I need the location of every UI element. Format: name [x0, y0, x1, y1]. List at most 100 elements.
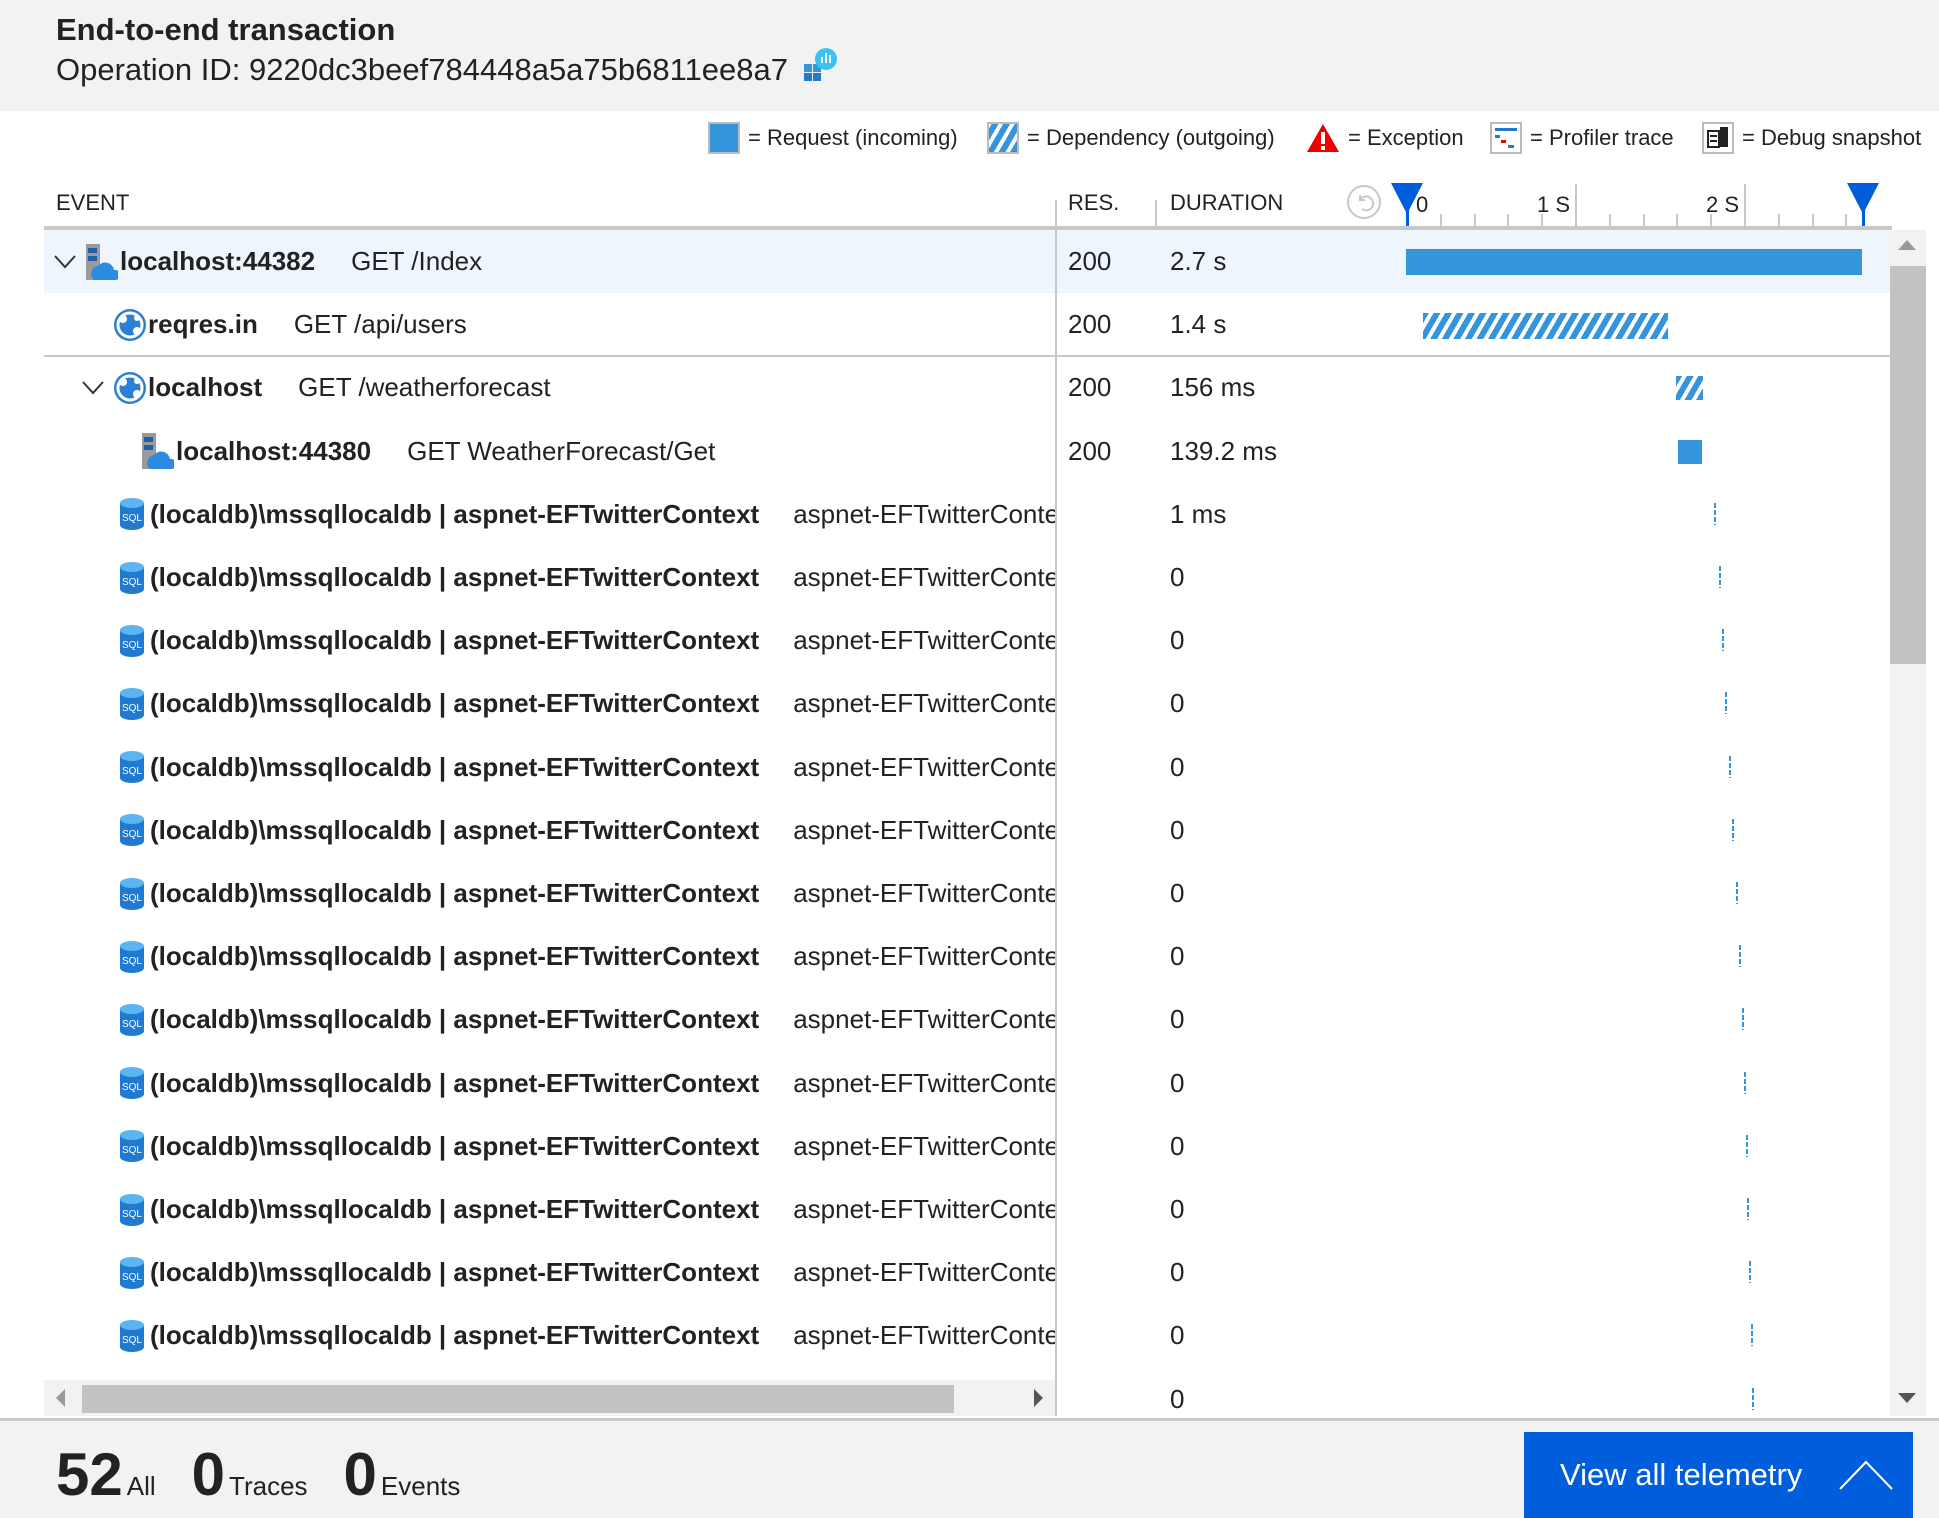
- legend-label: = Profiler trace: [1530, 125, 1674, 150]
- timeline-bar[interactable]: [1732, 818, 1735, 841]
- event-detail: aspnet-EFTwitterContext: [793, 878, 1055, 908]
- event-detail: GET /Index: [351, 246, 483, 276]
- count-value: 0: [343, 1441, 377, 1508]
- event-name[interactable]: (localdb)\mssqllocaldb | aspnet-EFTwitte…: [150, 1320, 759, 1351]
- button-label: View all telemetry: [1560, 1457, 1803, 1492]
- svg-text:SQL: SQL: [122, 1082, 142, 1093]
- event-name[interactable]: (localdb)\mssqllocaldb | aspnet-EFTwitte…: [150, 1257, 759, 1288]
- table-row[interactable]: SQL (localdb)\mssqllocaldb | aspnet-EFTwi…: [44, 736, 1890, 799]
- event-name[interactable]: (localdb)\mssqllocaldb | aspnet-EFTwitte…: [150, 941, 759, 972]
- legend-request: = Request (incoming): [708, 122, 958, 154]
- scroll-down-icon[interactable]: [1898, 1393, 1916, 1403]
- event-cell: SQL (localdb)\mssqllocaldb | aspnet-EFTwi…: [44, 925, 1055, 988]
- event-name[interactable]: (localdb)\mssqllocaldb | aspnet-EFTwitte…: [150, 625, 759, 656]
- timeline-bar[interactable]: [1725, 692, 1728, 715]
- event-name[interactable]: (localdb)\mssqllocaldb | aspnet-EFTwitte…: [150, 1004, 759, 1035]
- duration: 0: [1170, 1004, 1185, 1035]
- table-row[interactable]: SQL (localdb)\mssqllocaldb | aspnet-EFTwi…: [44, 1115, 1890, 1178]
- timeline-bar[interactable]: [1752, 1387, 1755, 1410]
- event-cell: SQL (localdb)\mssqllocaldb | aspnet-EFTwi…: [44, 862, 1055, 925]
- event-detail: GET /weatherforecast: [298, 372, 551, 403]
- axis-tick: [1744, 184, 1746, 228]
- timeline-bar[interactable]: [1728, 755, 1731, 778]
- table-row[interactable]: SQL (localdb)\mssqllocaldb | aspnet-EFTwi…: [44, 483, 1890, 546]
- event-name[interactable]: localhost: [148, 372, 262, 403]
- count-all[interactable]: 52 All 0 Traces 0 Events: [56, 1440, 460, 1509]
- svg-text:SQL: SQL: [122, 829, 142, 840]
- timeline-bar[interactable]: [1722, 629, 1725, 652]
- event-name[interactable]: reqres.in: [148, 309, 258, 340]
- count-label: Traces: [229, 1471, 308, 1501]
- sql-icon: SQL: [118, 1304, 146, 1367]
- table-row[interactable]: SQL (localdb)\mssqllocaldb | aspnet-EFTwi…: [44, 1178, 1890, 1241]
- table-row[interactable]: SQL (localdb)\mssqllocaldb | aspnet-EFTwi…: [44, 925, 1890, 988]
- duration: 0: [1170, 1257, 1185, 1288]
- scroll-left-icon[interactable]: [56, 1389, 65, 1407]
- event-detail: aspnet-EFTwitterContext: [793, 814, 1055, 845]
- vertical-scroll-thumb[interactable]: [1890, 266, 1926, 664]
- table-row[interactable]: SQL (localdb)\mssqllocaldb | aspnet-EFTwi…: [44, 988, 1890, 1051]
- event-name[interactable]: (localdb)\mssqllocaldb | aspnet-EFTwitte…: [150, 878, 759, 909]
- duration: 139.2 ms: [1170, 435, 1277, 466]
- horizontal-scroll-thumb[interactable]: [82, 1385, 954, 1413]
- sql-icon: SQL: [118, 1178, 146, 1241]
- event-name[interactable]: (localdb)\mssqllocaldb | aspnet-EFTwitte…: [150, 1068, 759, 1099]
- timeline-bar[interactable]: [1750, 1324, 1753, 1347]
- event-name[interactable]: localhost:44382: [120, 246, 315, 277]
- timeline-bar[interactable]: [1749, 1261, 1752, 1284]
- table-row[interactable]: localhost:44380 GET WeatherForecast/Get 20…: [44, 420, 1890, 483]
- event-name[interactable]: (localdb)\mssqllocaldb | aspnet-EFTwitte…: [150, 499, 759, 530]
- duration: 0: [1170, 941, 1185, 972]
- table-row[interactable]: SQL (localdb)\mssqllocaldb | aspnet-EFTwi…: [44, 609, 1890, 672]
- event-cell: SQL (localdb)\mssqllocaldb | aspnet-EFTwi…: [44, 672, 1055, 735]
- event-detail: GET WeatherForecast/Get: [407, 435, 716, 466]
- table-row[interactable]: SQL (localdb)\mssqllocaldb | aspnet-EFTwi…: [44, 546, 1890, 609]
- event-name[interactable]: (localdb)\mssqllocaldb | aspnet-EFTwitte…: [150, 752, 759, 783]
- table-row[interactable]: SQL (localdb)\mssqllocaldb | aspnet-EFTwi…: [44, 1052, 1890, 1115]
- timeline-bar[interactable]: [1735, 882, 1738, 904]
- event-cell: SQL (localdb)\mssqllocaldb | aspnet-EFTwi…: [44, 736, 1055, 799]
- table-row[interactable]: SQL (localdb)\mssqllocaldb | aspnet-EFTwi…: [44, 799, 1890, 862]
- timeline-bar[interactable]: [1718, 566, 1721, 588]
- sql-icon: SQL: [118, 609, 146, 672]
- duration: 1.4 s: [1170, 309, 1227, 340]
- view-all-telemetry-button[interactable]: View all telemetry: [1524, 1432, 1913, 1518]
- event-name[interactable]: (localdb)\mssqllocaldb | aspnet-EFTwitte…: [150, 815, 759, 846]
- event-name[interactable]: (localdb)\mssqllocaldb | aspnet-EFTwitte…: [150, 1194, 759, 1225]
- table-row[interactable]: localhost:44382 GET /Index 200 2.7 s: [44, 230, 1890, 293]
- timeline-bar[interactable]: [1713, 502, 1716, 525]
- timeline-bar[interactable]: [1738, 945, 1741, 968]
- globe-icon: [112, 356, 148, 419]
- table-row[interactable]: SQL (localdb)\mssqllocaldb | aspnet-EFTwi…: [44, 672, 1890, 735]
- event-name[interactable]: (localdb)\mssqllocaldb | aspnet-EFTwitte…: [150, 1131, 759, 1162]
- event-name[interactable]: localhost:44380: [176, 436, 371, 467]
- timeline-bar[interactable]: [1676, 376, 1703, 401]
- chevron-down-icon[interactable]: [82, 356, 104, 419]
- event-name[interactable]: (localdb)\mssqllocaldb | aspnet-EFTwitte…: [150, 688, 759, 719]
- table-row[interactable]: SQL (localdb)\mssqllocaldb | aspnet-EFTwi…: [44, 1241, 1890, 1304]
- request-swatch: [708, 122, 740, 154]
- app-insights-icon[interactable]: [802, 48, 838, 87]
- result-code: 200: [1068, 372, 1112, 403]
- timeline-bar[interactable]: [1406, 249, 1863, 275]
- table-row[interactable]: reqres.in GET /api/users 200 1.4 s: [44, 293, 1890, 356]
- chevron-down-icon[interactable]: [54, 230, 76, 293]
- scroll-right-icon[interactable]: [1034, 1389, 1043, 1407]
- event-name[interactable]: (localdb)\mssqllocaldb | aspnet-EFTwitte…: [150, 562, 759, 593]
- table-row[interactable]: SQL (localdb)\mssqllocaldb | aspnet-EFTwi…: [44, 862, 1890, 925]
- duration: 0: [1170, 751, 1185, 782]
- scroll-up-icon[interactable]: [1898, 240, 1916, 250]
- pane-splitter[interactable]: [1055, 230, 1057, 1416]
- table-row[interactable]: localhost GET /weatherforecast 200 156 ms: [44, 356, 1890, 419]
- timeline-bar[interactable]: [1742, 1008, 1745, 1031]
- timeline-bar[interactable]: [1747, 1198, 1750, 1220]
- event-table: localhost:44382 GET /Index 200 2.7 s reqres.…: [0, 230, 1890, 1415]
- sql-icon: SQL: [118, 988, 146, 1051]
- timeline-bar[interactable]: [1422, 313, 1668, 340]
- duration: 2.7 s: [1170, 246, 1227, 276]
- timeline-bar[interactable]: [1744, 1071, 1746, 1094]
- table-row[interactable]: SQL (localdb)\mssqllocaldb | aspnet-EFTwi…: [44, 1304, 1890, 1367]
- timeline-bar[interactable]: [1745, 1134, 1748, 1157]
- event-cell: SQL (localdb)\mssqllocaldb | aspnet-EFTwi…: [44, 1052, 1055, 1115]
- timeline-bar[interactable]: [1678, 439, 1703, 464]
